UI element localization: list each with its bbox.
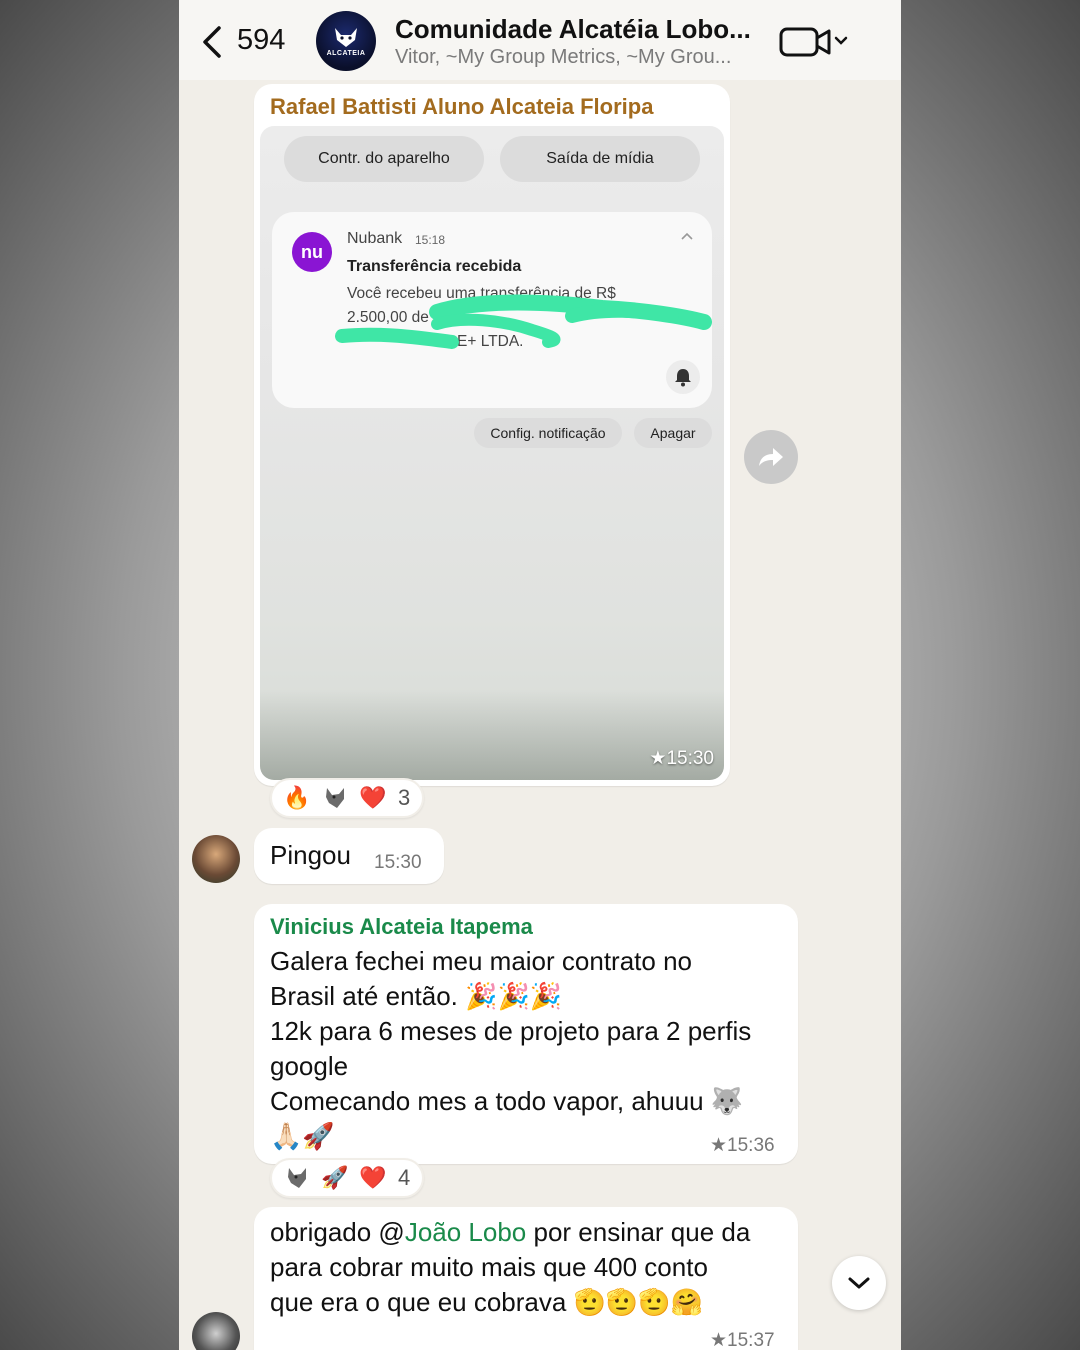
message-line: que era o que eu cobrava 🫡🫡🫡🤗 <box>270 1287 704 1317</box>
message-line: Galera fechei meu maior contrato no <box>270 946 692 976</box>
bell-icon <box>666 360 700 394</box>
group-avatar-text: ALCATEIA <box>326 49 366 57</box>
chat-header: 594 ALCATEIA Comunidade Alcatéia Lobo...… <box>179 0 901 80</box>
message-bubble[interactable]: Pingou 15:30 <box>254 828 444 884</box>
nubank-logo: nu <box>292 232 332 272</box>
message-time: ★15:36 <box>710 1135 775 1156</box>
notification-app-name: Nubank <box>347 230 403 247</box>
avatar[interactable] <box>192 835 240 883</box>
nubank-notification: nu Nubank 15:18 Transferência recebida V… <box>272 212 712 408</box>
message-bubble[interactable]: obrigado @João Lobo por ensinar que da p… <box>254 1207 798 1350</box>
notification-line-1: Você recebeu uma transferência de R$ <box>347 285 616 302</box>
delete-notification-button: Apagar <box>634 418 712 448</box>
message-bubble[interactable]: Vinicius Alcateia Itapema Galera fechei … <box>254 904 798 1164</box>
message-text: obrigado @João Lobo por ensinar que da p… <box>270 1215 790 1320</box>
rocket-reaction: 🚀 <box>321 1165 349 1190</box>
message-line: Brasil até então. 🎉🎉🎉 <box>270 981 563 1011</box>
image-message-bubble[interactable]: Rafael Battisti Aluno Alcateia Floripa C… <box>254 84 730 786</box>
message-line: 12k para 6 meses de projeto para 2 perfi… <box>270 1016 752 1046</box>
notification-time: 15:18 <box>415 233 446 247</box>
notification-line-3: E+ LTDA. <box>457 333 524 350</box>
group-participants[interactable]: Vitor, ~My Group Metrics, ~My Grou... <box>395 46 765 69</box>
message-text: Galera fechei meu maior contrato no Bras… <box>270 944 790 1154</box>
message-rest: por ensinar que da <box>526 1217 751 1247</box>
message-line: Comecando mes a todo vapor, ahuuu 🐺 <box>270 1086 744 1116</box>
message-line: obrigado @João Lobo por ensinar que da <box>270 1215 790 1250</box>
notification-title: Transferência recebida <box>347 258 522 275</box>
group-avatar[interactable]: ALCATEIA <box>316 11 376 71</box>
fire-reaction: 🔥 <box>283 785 311 810</box>
heart-reaction: ❤️ <box>359 1165 387 1190</box>
forward-icon[interactable] <box>744 430 798 484</box>
message-time: 15:30 <box>374 852 422 873</box>
reaction-count: 4 <box>398 1165 411 1190</box>
notification-body: Você recebeu uma transferência de R$ 2.5… <box>347 282 647 354</box>
device-control-pill: Contr. do aparelho <box>284 136 484 182</box>
message-time: ★15:37 <box>710 1330 775 1350</box>
sender-name[interactable]: Vinicius Alcateia Itapema <box>270 914 533 940</box>
notification-settings-button: Config. notificação <box>474 418 622 448</box>
reactions-bar[interactable]: 🔥 ❤️ 3 <box>270 778 425 818</box>
avatar[interactable] <box>192 1312 240 1350</box>
reaction-count: 3 <box>398 785 411 810</box>
message-time: ★15:30 <box>649 748 714 769</box>
chat-screen: 594 ALCATEIA Comunidade Alcatéia Lobo...… <box>179 0 901 1350</box>
message-line: para cobrar muito mais que 400 conto <box>270 1252 708 1282</box>
sender-name[interactable]: Rafael Battisti Aluno Alcateia Floripa <box>270 94 653 120</box>
video-call-icon[interactable] <box>779 24 849 60</box>
notification-line-2: 2.500,00 de <box>347 309 429 326</box>
scroll-down-icon[interactable] <box>832 1256 886 1310</box>
back-chevron-icon[interactable] <box>197 22 227 62</box>
message-text: Pingou <box>270 840 351 870</box>
wolf-reaction-icon <box>288 1168 306 1188</box>
wolf-logo-icon <box>335 27 357 47</box>
heart-reaction: ❤️ <box>359 785 387 810</box>
wolf-reaction-icon <box>326 788 344 808</box>
unread-count[interactable]: 594 <box>237 24 285 57</box>
mention-link[interactable]: João Lobo <box>405 1217 526 1247</box>
media-output-pill: Saída de mídia <box>500 136 700 182</box>
message-line: google <box>270 1051 349 1081</box>
chevron-up-icon <box>681 232 693 240</box>
reactions-bar[interactable]: 🚀 ❤️ 4 <box>270 1158 425 1198</box>
message-prefix: obrigado @ <box>270 1217 405 1247</box>
notification-screenshot[interactable]: Contr. do aparelho Saída de mídia nu Nub… <box>260 126 724 780</box>
group-title[interactable]: Comunidade Alcatéia Lobo... <box>395 14 765 45</box>
